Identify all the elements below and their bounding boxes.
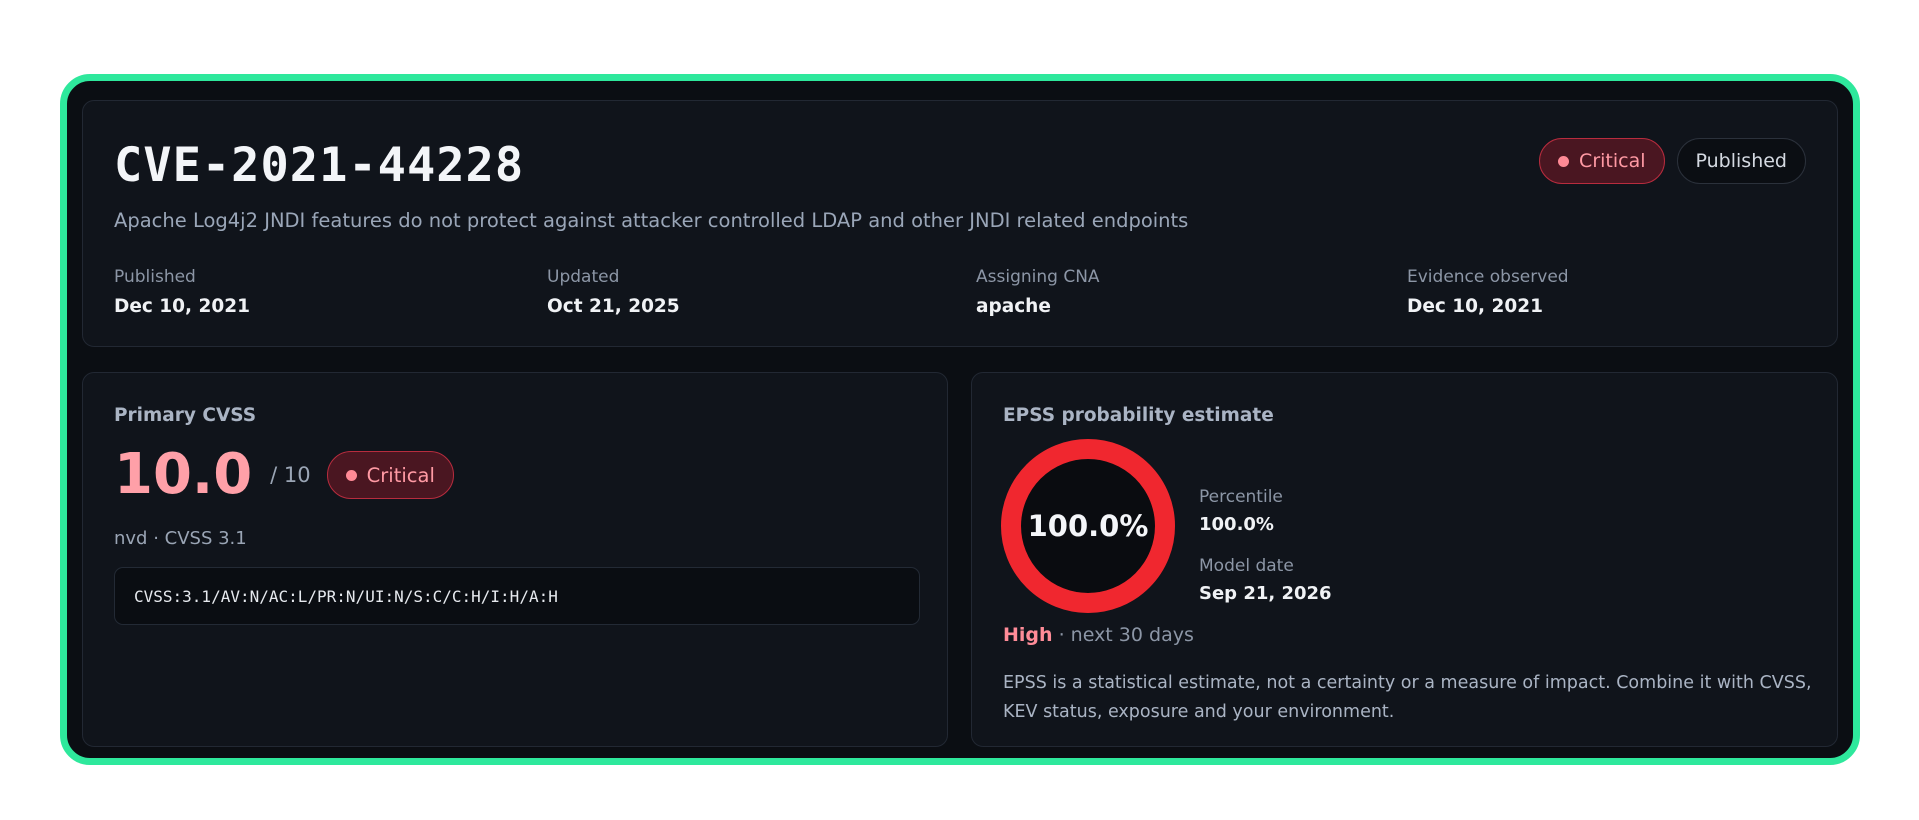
- severity-badge-label: Critical: [1579, 150, 1646, 172]
- cvss-severity-badge: Critical: [326, 451, 454, 499]
- meta-label: Updated: [547, 267, 620, 287]
- severity-dot-icon: [1558, 155, 1570, 167]
- epss-title: EPSS probability estimate: [1003, 405, 1274, 426]
- meta-published: Published Dec 10, 2021: [114, 267, 250, 317]
- epss-probability: 100.0%: [1027, 509, 1149, 543]
- percentile-value: 100.0%: [1199, 514, 1274, 535]
- epss-disclaimer: EPSS is a statistical estimate, not a ce…: [1003, 673, 1812, 722]
- meta-value: Dec 10, 2021: [1407, 296, 1544, 317]
- cvss-score: 10.0: [114, 442, 253, 507]
- status-badge: Published: [1676, 138, 1806, 184]
- status-badge-label: Published: [1695, 150, 1787, 172]
- meta-value: Dec 10, 2021: [114, 296, 251, 317]
- meta-assigning-cna: Assigning CNA apache: [976, 267, 1100, 317]
- cvss-title: Primary CVSS: [114, 405, 257, 426]
- cvss-card: Primary CVSS 10.0 / 10 Critical nvd · CV…: [82, 372, 948, 747]
- model-date-value: Sep 21, 2026: [1199, 583, 1332, 604]
- meta-label: Published: [114, 267, 196, 287]
- meta-value: apache: [976, 296, 1051, 317]
- epss-model-date: Model date Sep 21, 2026: [1199, 556, 1332, 604]
- percentile-label: Percentile: [1199, 487, 1283, 507]
- epss-card: EPSS probability estimate 100.0% Percent…: [971, 372, 1838, 747]
- meta-updated: Updated Oct 21, 2025: [547, 267, 680, 317]
- meta-value: Oct 21, 2025: [547, 296, 680, 317]
- epss-gauge: 100.0%: [1001, 439, 1175, 613]
- cve-detail-frame: CVE-2021-44228 Critical Published Apache…: [60, 74, 1860, 765]
- cvss-score-row: 10.0 / 10 Critical: [114, 447, 454, 503]
- model-date-label: Model date: [1199, 556, 1294, 576]
- meta-evidence-observed: Evidence observed Dec 10, 2021: [1407, 267, 1569, 317]
- cvss-source: nvd · CVSS 3.1: [114, 528, 247, 549]
- epss-risk-line: High · next 30 days: [1003, 624, 1194, 646]
- metadata-row: Published Dec 10, 2021 Updated Oct 21, 2…: [114, 267, 1838, 327]
- severity-badge: Critical: [1539, 138, 1665, 184]
- header-badges: Critical Published: [1539, 138, 1806, 184]
- meta-label: Assigning CNA: [976, 267, 1100, 287]
- meta-label: Evidence observed: [1407, 267, 1569, 287]
- cve-id: CVE-2021-44228: [114, 138, 525, 193]
- cvss-vector: CVSS:3.1/AV:N/AC:L/PR:N/UI:N/S:C/C:H/I:H…: [114, 567, 920, 625]
- cve-summary: Apache Log4j2 JNDI features do not prote…: [114, 209, 1189, 232]
- cve-header-card: CVE-2021-44228 Critical Published Apache…: [82, 100, 1838, 347]
- risk-level: High: [1003, 624, 1053, 646]
- risk-window: · next 30 days: [1052, 624, 1194, 646]
- cvss-severity-label: Critical: [366, 463, 435, 487]
- severity-dot-icon: [345, 469, 357, 481]
- cvss-score-max: / 10: [270, 463, 311, 487]
- epss-percentile: Percentile 100.0%: [1199, 487, 1283, 535]
